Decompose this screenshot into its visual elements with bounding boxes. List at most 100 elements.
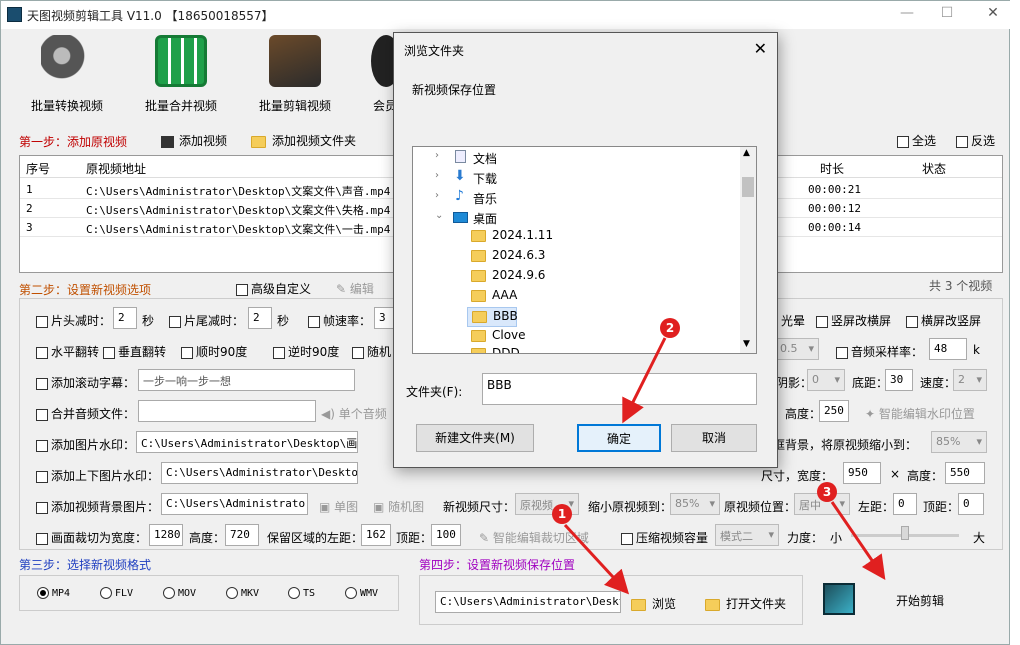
height2-input[interactable]: 550 [945, 462, 985, 484]
width-input[interactable]: 950 [843, 462, 881, 484]
audio-rate-input[interactable]: 48 [929, 338, 967, 360]
dialog-close-button[interactable]: ✕ [754, 39, 767, 58]
bg-img-checkbox[interactable]: 添加视频背景图片： [36, 498, 159, 515]
border-pct-select[interactable]: 85% [931, 431, 987, 453]
shadow-select[interactable]: 0 [807, 369, 845, 391]
single-img-button[interactable]: ▣ 单图 [319, 498, 358, 515]
save-path-input[interactable]: C:\Users\Administrator\Desktop [435, 591, 621, 613]
rot90ccw-checkbox[interactable]: 逆时90度 [273, 343, 339, 360]
expand-arrow-icon[interactable]: › [435, 170, 447, 181]
scroll-sub-checkbox[interactable]: 添加滚动字幕： [36, 374, 135, 391]
advanced-checkbox[interactable]: 高级自定义 [236, 280, 311, 297]
crop-top-label: 顶距： [396, 531, 433, 545]
scroll-up-icon[interactable]: ▲ [743, 148, 750, 158]
head-trim-checkbox[interactable]: 片头减时： [36, 312, 111, 329]
img-watermark-checkbox[interactable]: 添加图片水印： [36, 436, 135, 453]
hflip-check-icon [36, 346, 48, 359]
topbottom-input[interactable]: C:\Users\Administrator\Desktop\A [161, 462, 358, 484]
left-dist-input[interactable]: 0 [893, 493, 917, 515]
keep-left-input[interactable]: 162 [361, 524, 391, 546]
scroll-sub-input[interactable]: 一步一响一步一想 [138, 369, 355, 391]
batch-edit-button[interactable]: 批量剪辑视频 [245, 35, 345, 114]
format-flv[interactable]: FLV [100, 587, 133, 599]
scroll-thumb[interactable] [742, 177, 754, 197]
shrink-select[interactable]: 85% [670, 493, 720, 515]
frame-rate-checkbox[interactable]: 帧速率： [308, 312, 371, 329]
speed-select[interactable]: 2 [953, 369, 987, 391]
merge-audio-checkbox[interactable]: 合并音频文件： [36, 405, 135, 422]
cancel-button[interactable]: 取消 [671, 424, 757, 452]
new-folder-button[interactable]: 新建文件夹(M) [416, 424, 534, 452]
img-watermark-input[interactable]: C:\Users\Administrator\Desktop\画中画 [136, 431, 358, 453]
vert-to-horiz-checkbox[interactable]: 竖屏改横屏 [816, 312, 891, 329]
format-ts[interactable]: TS [288, 587, 315, 599]
horiz-to-vert-checkbox[interactable]: 横屏改竖屏 [906, 312, 981, 329]
format-wmv[interactable]: WMV [345, 587, 378, 599]
tree-item[interactable]: 2024.1.11 [471, 228, 553, 248]
random-checkbox[interactable]: 随机 [352, 343, 391, 360]
ok-button[interactable]: 确定 [577, 424, 661, 452]
scroll-down-icon[interactable]: ▼ [743, 339, 750, 349]
collapse-arrow-icon[interactable]: ⌄ [435, 210, 447, 221]
expand-arrow-icon[interactable]: › [435, 190, 447, 201]
folder-tree[interactable]: › 文档 › ⬇ 下载 › ♪ 音乐 ⌄ 桌面 2024.1.11 2024.6.3 202… [412, 146, 757, 354]
tree-scrollbar[interactable]: ▲ ▼ [740, 147, 756, 353]
tree-item[interactable]: Clove [471, 328, 526, 348]
merge-audio-input[interactable] [138, 400, 316, 422]
single-audio-button[interactable]: ◀) 单个音频 [321, 405, 387, 422]
minimize-button[interactable]: — [897, 5, 917, 23]
radio-icon [226, 587, 238, 599]
crop-height-input[interactable]: 720 [225, 524, 259, 546]
smart-watermark-button[interactable]: ✦ 智能编辑水印位置 [865, 405, 975, 422]
tree-item[interactable]: 2024.6.3 [471, 248, 545, 268]
crop-top-input[interactable]: 100 [431, 524, 461, 546]
mode-select[interactable]: 模式二 [715, 524, 779, 546]
maximize-button[interactable]: ☐ [937, 5, 957, 23]
start-edit-icon[interactable] [823, 583, 855, 615]
crop-checkbox[interactable]: 画面裁切为宽度： [36, 529, 147, 546]
halo-select[interactable]: 0.5 [775, 338, 819, 360]
smart-crop-button[interactable]: ✎ 智能编辑裁切区域 [479, 529, 589, 546]
rot90-checkbox[interactable]: 顺时90度 [181, 343, 247, 360]
head-trim-input[interactable]: 2 [113, 307, 137, 329]
random-img-button[interactable]: ▣ 随机图 [373, 498, 424, 515]
compress-checkbox[interactable]: 压缩视频容量 [621, 529, 708, 546]
tree-item-selected[interactable]: BBB [467, 307, 518, 327]
tail-trim-checkbox[interactable]: 片尾减时： [169, 312, 244, 329]
folder-icon [471, 289, 486, 302]
format-mp4[interactable]: MP4 [37, 587, 70, 599]
open-folder-button[interactable]: 打开文件夹 [705, 595, 786, 612]
batch-merge-button[interactable]: 批量合并视频 [131, 35, 231, 114]
strength-slider-thumb[interactable] [901, 526, 909, 540]
audio-rate-checkbox[interactable]: 音频采样率： [836, 343, 923, 360]
add-folder-button[interactable]: 添加视频文件夹 [251, 132, 356, 149]
height-input[interactable]: 250 [819, 400, 849, 422]
bottom-input[interactable]: 30 [885, 369, 913, 391]
crop-width-input[interactable]: 1280 [149, 524, 183, 546]
film-add-icon [161, 135, 174, 148]
bg-img-input[interactable]: C:\Users\Administrator\Desktop\D [161, 493, 308, 515]
folder-icon [471, 269, 486, 282]
close-button[interactable]: ✕ [983, 5, 1003, 23]
browse-button[interactable]: 浏览 [631, 595, 676, 612]
edit-button[interactable]: ✎ 编辑 [336, 280, 374, 297]
format-mov[interactable]: MOV [163, 587, 196, 599]
format-mkv[interactable]: MKV [226, 587, 259, 599]
topbottom-img-checkbox[interactable]: 添加上下图片水印： [36, 467, 159, 484]
member-button[interactable]: 会员 [341, 35, 401, 114]
invert-select-button[interactable]: 反选 [956, 132, 995, 149]
folder-name-input[interactable]: BBB [482, 373, 757, 405]
expand-arrow-icon[interactable]: › [435, 150, 447, 161]
tree-item[interactable]: 2024.9.6 [471, 268, 545, 288]
batch-convert-button[interactable]: 批量转换视频 [17, 35, 117, 114]
hflip-checkbox[interactable]: 水平翻转 [36, 343, 99, 360]
vflip-checkbox[interactable]: 垂直翻转 [103, 343, 166, 360]
start-edit-button[interactable]: 开始剪辑 [896, 592, 944, 609]
add-video-button[interactable]: 添加视频 [161, 132, 227, 149]
select-all-button[interactable]: 全选 [897, 132, 936, 149]
tree-item[interactable]: DDD [471, 346, 520, 353]
position-label: 原视频位置： [724, 500, 797, 514]
tail-trim-input[interactable]: 2 [248, 307, 272, 329]
tree-item[interactable]: AAA [471, 288, 517, 308]
top-dist-input[interactable]: 0 [958, 493, 984, 515]
